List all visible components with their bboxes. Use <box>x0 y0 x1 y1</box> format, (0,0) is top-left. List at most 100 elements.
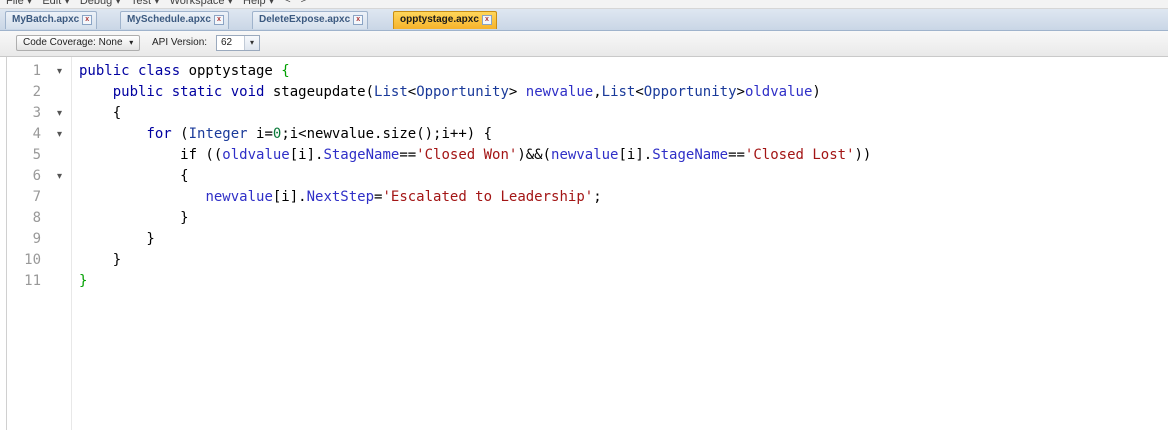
code-token: } <box>79 273 88 289</box>
code-token: stageupdate( <box>272 84 375 100</box>
code-line[interactable]: public static void stageupdate(List<Oppo… <box>79 82 821 103</box>
code-token: } <box>79 210 189 226</box>
code-token: public class <box>79 63 189 79</box>
code-line[interactable]: } <box>79 271 87 292</box>
close-icon[interactable]: x <box>481 15 492 25</box>
api-version-select[interactable]: 62 ▾ <box>216 35 260 51</box>
code-token: > <box>508 84 526 100</box>
code-token: 'Closed Won' <box>416 147 518 163</box>
line-number: 3 <box>32 105 41 121</box>
code-token: ; <box>593 189 602 205</box>
line-number: 8 <box>32 210 41 226</box>
code-token: oldvalue <box>222 147 290 163</box>
code-token: Opportunity <box>643 84 737 100</box>
menu-item[interactable]: Help ▾ <box>243 0 274 7</box>
tab-mybatch[interactable]: MyBatch.apxc x <box>5 11 98 29</box>
code-line[interactable]: } <box>79 229 155 250</box>
code-token: Integer <box>188 126 257 142</box>
tab-label: MyBatch.apxc <box>12 14 80 25</box>
code-line[interactable]: { <box>79 166 189 187</box>
line-number: 7 <box>32 189 41 205</box>
tab-deleteexpose[interactable]: DeleteExpose.apxc x <box>252 11 369 29</box>
api-version-value: 62 <box>221 37 233 48</box>
code-token: Opportunity <box>416 84 509 100</box>
line-number: 10 <box>24 252 41 268</box>
code-token: newvalue <box>205 189 273 205</box>
tab-opptystage[interactable]: opptystage.apxc x <box>393 11 497 29</box>
close-icon[interactable]: x <box>82 15 93 25</box>
code-token: oldvalue <box>744 84 813 100</box>
file-tab-strip: MyBatch.apxc x MySchedule.apxc x DeleteExp… <box>0 9 1168 31</box>
code-line[interactable]: } <box>79 208 189 229</box>
close-icon[interactable]: x <box>213 15 224 25</box>
menu-bar: File ▾ Edit ▾ Debug ▾ Test ▾ Workspace ▾ Help… <box>0 0 1168 9</box>
menu-item[interactable]: Debug ▾ <box>80 0 121 7</box>
code-token: } <box>79 231 155 247</box>
menu-item[interactable]: Workspace ▾ <box>170 0 233 7</box>
code-token: StageName <box>652 147 729 163</box>
code-token: 'Escalated to Leadership' <box>382 189 594 205</box>
menu-item[interactable]: < <box>284 0 290 7</box>
menu-item[interactable]: File ▾ <box>6 0 32 7</box>
code-token: ( <box>180 126 189 142</box>
code-token: == <box>728 147 745 163</box>
code-token: [i]. <box>272 189 307 205</box>
code-editor[interactable]: 1 ▾ 2 3 ▾ 4 ▾ 5 6 ▾ 7 8 9 10 11 public class opptystag… <box>6 57 1167 430</box>
fold-toggle-icon[interactable]: ▾ <box>57 124 67 145</box>
code-token: for <box>146 126 181 142</box>
menu-item[interactable]: Test ▾ <box>131 0 160 7</box>
code-token: > <box>736 84 745 100</box>
code-token: == <box>399 147 417 163</box>
tab-label: MySchedule.apxc <box>127 14 211 25</box>
code-token: < <box>635 84 644 100</box>
code-line[interactable]: if ((oldvalue[i].StageName=='Closed Won'… <box>79 145 871 166</box>
line-number: 4 <box>32 126 41 142</box>
code-area[interactable]: public class opptystage { public static … <box>79 57 1159 430</box>
line-number-gutter: 1 ▾ 2 3 ▾ 4 ▾ 5 6 ▾ 7 8 9 10 11 <box>7 57 71 430</box>
close-icon[interactable]: x <box>353 15 364 25</box>
code-token: { <box>79 105 122 121</box>
code-token: i= <box>256 126 273 142</box>
fold-toggle-icon[interactable]: ▾ <box>57 103 67 124</box>
code-coverage-label: Code Coverage: None <box>23 37 123 48</box>
code-line[interactable]: } <box>79 250 121 271</box>
tab-myschedule[interactable]: MySchedule.apxc x <box>120 11 229 29</box>
line-number: 1 <box>32 63 41 79</box>
code-token: newvalue <box>525 84 594 100</box>
code-token: newvalue <box>551 147 619 163</box>
code-token: public static void <box>112 84 273 100</box>
editor-toolbar: Code Coverage: None ▾ API Version: 62 ▾ <box>0 31 1168 57</box>
code-line[interactable]: public class opptystage { <box>79 61 290 82</box>
line-number: 9 <box>32 231 41 247</box>
line-number: 5 <box>32 147 41 163</box>
line-number: 11 <box>24 273 41 289</box>
chevron-down-icon: ▾ <box>129 38 134 47</box>
code-token: { <box>79 168 189 184</box>
code-line[interactable]: { <box>79 103 121 124</box>
code-token: [i]. <box>289 147 324 163</box>
menu-item[interactable]: > <box>301 0 307 7</box>
fold-toggle-icon[interactable]: ▾ <box>57 61 67 82</box>
gutter-divider <box>71 57 72 430</box>
code-line[interactable]: newvalue[i].NextStep='Escalated to Leade… <box>79 187 602 208</box>
menu-items: File ▾ Edit ▾ Debug ▾ Test ▾ Workspace ▾ Help… <box>6 0 307 7</box>
menu-item[interactable]: Edit ▾ <box>42 0 70 7</box>
code-token: )&&( <box>517 147 552 163</box>
code-coverage-dropdown[interactable]: Code Coverage: None ▾ <box>16 35 141 51</box>
fold-toggle-icon[interactable]: ▾ <box>57 166 67 187</box>
code-token: 'Closed Lost' <box>744 147 855 163</box>
line-number: 2 <box>32 84 41 100</box>
code-token: List <box>374 84 408 100</box>
code-token: List <box>601 84 636 100</box>
code-line[interactable]: for (Integer i=0;i<newvalue.size();i++) … <box>79 124 492 145</box>
code-token: if (( <box>79 147 223 163</box>
chevron-down-icon[interactable]: ▾ <box>244 36 259 50</box>
code-token: ) <box>812 84 821 100</box>
code-token: , <box>593 84 602 100</box>
code-token: StageName <box>323 147 400 163</box>
code-token: opptystage <box>188 63 282 79</box>
code-token: } <box>79 252 122 268</box>
line-number: 6 <box>32 168 41 184</box>
code-token: < <box>407 84 417 100</box>
